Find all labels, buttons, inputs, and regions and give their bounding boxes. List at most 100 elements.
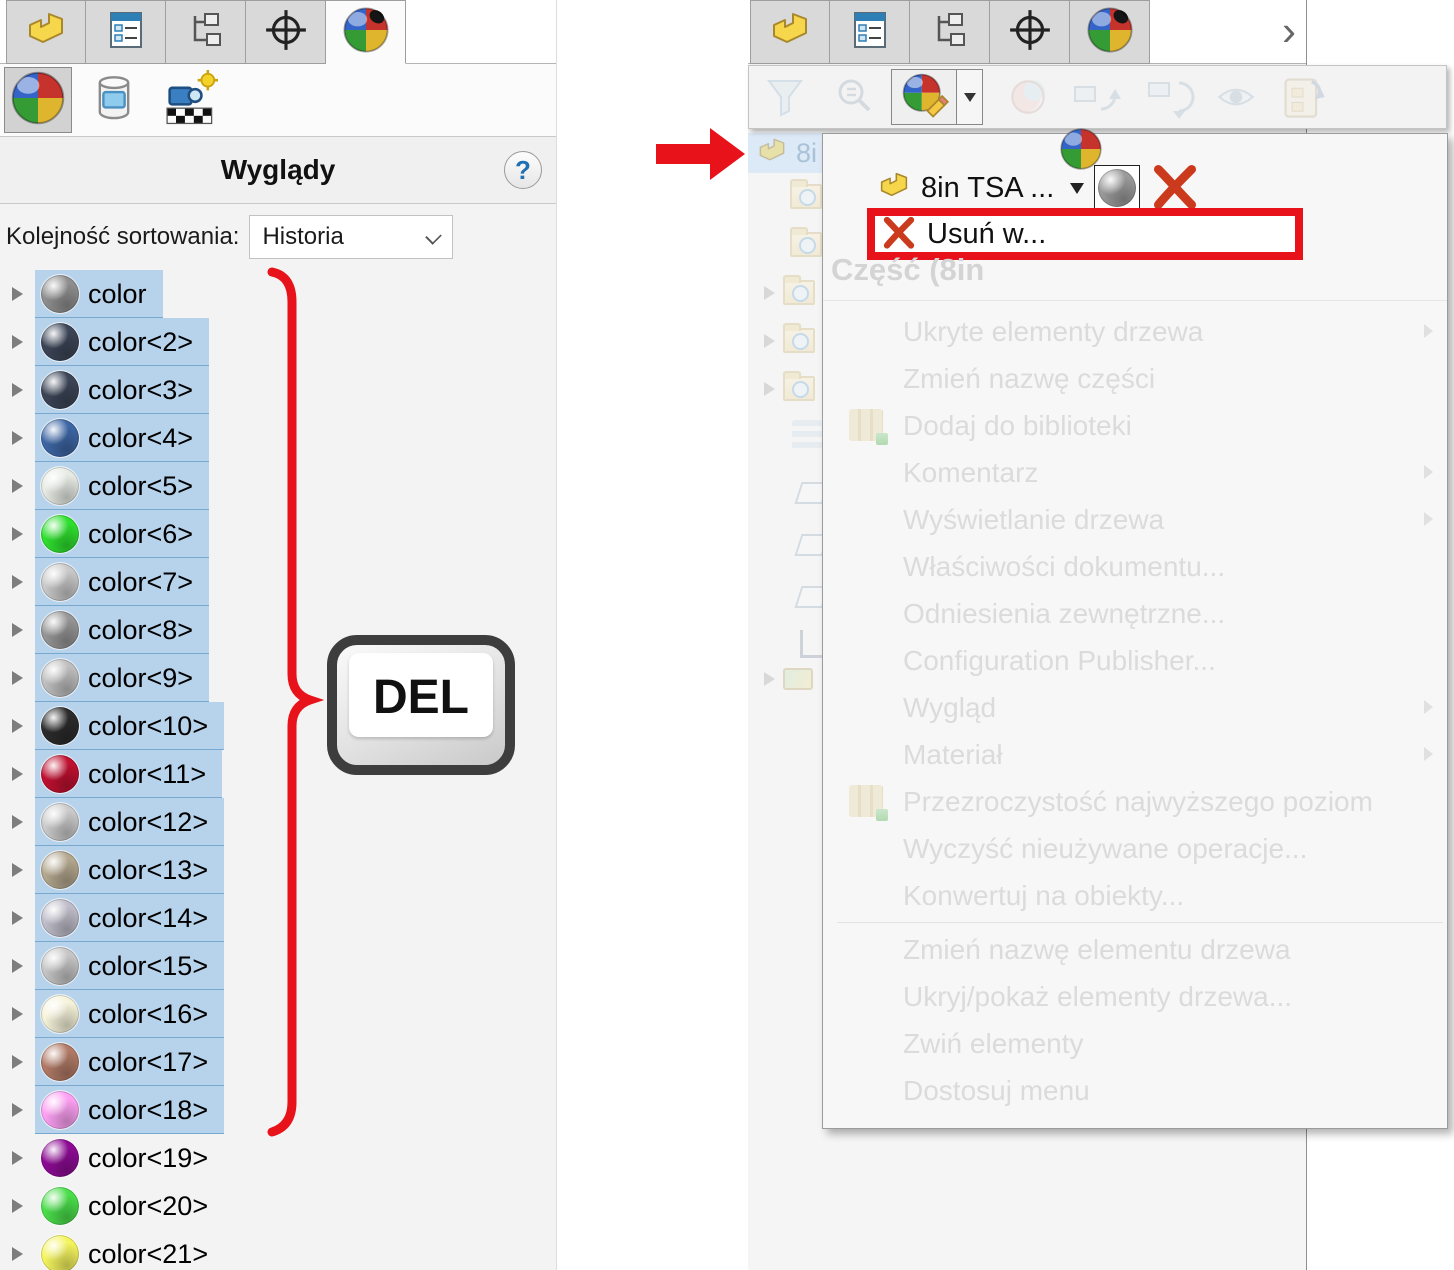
scene-lights-cameras-button[interactable] — [156, 67, 224, 133]
tab-dimxpert[interactable] — [246, 0, 326, 64]
sort-order-select[interactable]: Historia — [249, 215, 453, 259]
appearance-item[interactable]: color<13> — [35, 846, 224, 894]
menu-item[interactable]: Zwiń elementy — [823, 1020, 1447, 1067]
tree-folder-history[interactable] — [790, 184, 822, 209]
dimxpert-target-icon — [1007, 7, 1053, 58]
edit-appearance-button[interactable] — [891, 69, 957, 125]
expand-arrow-icon[interactable] — [12, 671, 23, 685]
appearance-item[interactable]: color<7> — [35, 558, 209, 606]
appearance-item[interactable]: color<6> — [35, 510, 209, 558]
appearance-item[interactable]: color — [35, 270, 163, 318]
appearance-item[interactable]: color<17> — [35, 1038, 224, 1086]
appearance-item[interactable]: color<2> — [35, 318, 209, 366]
tab-propertymanager[interactable] — [830, 0, 910, 64]
menu-item[interactable]: Odniesienia zewnętrzne... — [823, 590, 1447, 637]
expand-arrow-icon[interactable] — [12, 1007, 23, 1021]
appearance-item[interactable]: color<19> — [35, 1134, 224, 1182]
tree-folder-annotations[interactable] — [764, 280, 815, 305]
menu-item[interactable]: Wyświetlanie drzewa — [823, 496, 1447, 543]
appearance-item[interactable]: color<12> — [35, 798, 224, 846]
expand-arrow-icon[interactable] — [12, 767, 23, 781]
appearance-item[interactable]: color<11> — [35, 750, 222, 798]
expand-arrow-icon[interactable] — [12, 1247, 23, 1261]
expand-arrow-icon[interactable] — [12, 479, 23, 493]
appearance-item[interactable]: color<5> — [35, 462, 209, 510]
expand-arrow-icon[interactable] — [12, 1199, 23, 1213]
tree-item-equations[interactable] — [792, 420, 822, 450]
filter-icon[interactable] — [763, 75, 807, 119]
edit-appearance-dropdown[interactable] — [957, 69, 983, 125]
menu-item-icon — [849, 785, 883, 817]
menu-item[interactable]: Materiał — [823, 731, 1447, 778]
expand-arrow-icon[interactable] — [12, 863, 23, 877]
tab-propertymanager[interactable] — [86, 0, 166, 64]
tree-item-feature[interactable] — [764, 668, 813, 690]
help-button[interactable]: ? — [504, 151, 542, 189]
appearance-label: color — [88, 279, 147, 310]
tab-displaymanager[interactable] — [326, 0, 406, 64]
tree-folder-blocks[interactable] — [764, 328, 815, 353]
appearances-button[interactable] — [4, 67, 72, 133]
current-appearance-swatch[interactable] — [1094, 165, 1140, 211]
expand-arrow-icon[interactable] — [12, 815, 23, 829]
menu-item[interactable]: Dodaj do biblioteki — [823, 402, 1447, 449]
menu-item[interactable]: Przezroczystość najwyższego poziom — [823, 778, 1447, 825]
tab-displaymanager[interactable] — [1070, 0, 1150, 64]
tab-configurationmanager[interactable] — [166, 0, 246, 64]
menu-item[interactable]: Zmień nazwę części — [823, 355, 1447, 402]
expand-arrow-icon[interactable] — [12, 383, 23, 397]
expand-arrow-icon[interactable] — [12, 1055, 23, 1069]
menu-item[interactable] — [823, 919, 1447, 926]
dropdown-arrow-icon[interactable] — [1070, 183, 1084, 194]
appearance-item[interactable]: color<21> — [35, 1230, 224, 1270]
expand-arrow-icon[interactable] — [12, 527, 23, 541]
decals-button[interactable] — [80, 67, 148, 133]
appearance-item[interactable]: color<15> — [35, 942, 224, 990]
menu-item[interactable]: Wygląd — [823, 684, 1447, 731]
menu-divider — [823, 300, 1447, 301]
paste-appearance-icon[interactable] — [1143, 74, 1195, 120]
menu-item[interactable]: Zmień nazwę elementu drzewa — [823, 926, 1447, 973]
appearance-icon[interactable] — [1005, 74, 1051, 120]
appearance-item[interactable]: color<20> — [35, 1182, 224, 1230]
expand-arrow-icon[interactable] — [12, 575, 23, 589]
menu-item[interactable]: Ukryj/pokaż elementy drzewa... — [823, 973, 1447, 1020]
menu-item[interactable]: Konwertuj na obiekty... — [823, 872, 1447, 919]
menu-item[interactable]: Komentarz — [823, 449, 1447, 496]
appearance-item[interactable]: color<14> — [35, 894, 224, 942]
copy-appearance-icon[interactable] — [1071, 74, 1123, 120]
appearance-item[interactable]: color<16> — [35, 990, 224, 1038]
paste-tree-icon[interactable] — [1279, 73, 1327, 121]
expand-arrow-icon[interactable] — [12, 719, 23, 733]
menu-item[interactable]: Configuration Publisher... — [823, 637, 1447, 684]
expand-arrow-icon[interactable] — [12, 911, 23, 925]
expand-arrow-icon[interactable] — [12, 431, 23, 445]
appearance-item[interactable]: color<10> — [35, 702, 224, 750]
appearance-item[interactable]: color<4> — [35, 414, 209, 462]
menu-item[interactable]: Wyczyść nieużywane operacje... — [823, 825, 1447, 872]
expand-arrow-icon[interactable] — [12, 623, 23, 637]
appearance-item[interactable]: color<18> — [35, 1086, 224, 1134]
menu-item[interactable]: Dostosuj menu — [823, 1067, 1447, 1114]
tab-configurationmanager[interactable] — [910, 0, 990, 64]
expand-arrow-icon[interactable] — [12, 1103, 23, 1117]
tab-featuremanager[interactable] — [6, 0, 86, 64]
menu-item[interactable]: Właściwości dokumentu... — [823, 543, 1447, 590]
hide-show-icon[interactable] — [1213, 74, 1259, 120]
expand-arrow-icon[interactable] — [12, 287, 23, 301]
tree-item-origin[interactable] — [800, 630, 824, 658]
tab-featuremanager[interactable] — [750, 0, 830, 64]
tree-folder-sensors[interactable] — [790, 232, 822, 257]
menu-item[interactable]: Ukryte elementy drzewa — [823, 308, 1447, 355]
appearance-item[interactable]: color<9> — [35, 654, 209, 702]
appearance-item[interactable]: color<3> — [35, 366, 209, 414]
appearance-item[interactable]: color<8> — [35, 606, 209, 654]
search-icon[interactable] — [833, 75, 877, 119]
tab-dimxpert[interactable] — [990, 0, 1070, 64]
expand-arrow-icon[interactable] — [12, 1151, 23, 1165]
appearance-label: color<7> — [88, 567, 193, 598]
expand-arrow-icon[interactable] — [12, 959, 23, 973]
expand-arrow-icon[interactable] — [12, 335, 23, 349]
tree-folder-solid-bodies[interactable] — [764, 376, 815, 401]
tab-overflow-chevron[interactable]: › — [1282, 6, 1296, 56]
